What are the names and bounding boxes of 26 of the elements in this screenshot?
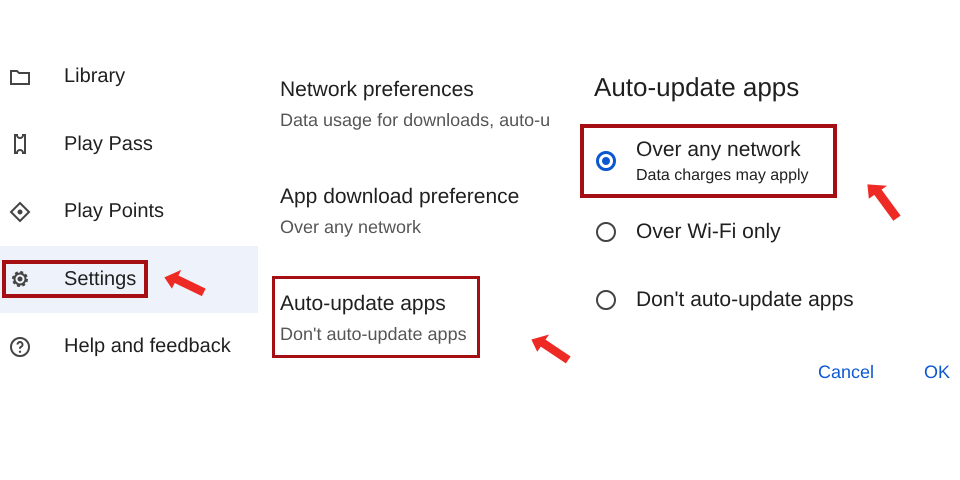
radio-button[interactable] (596, 290, 616, 310)
sidebar-label: Play Pass (64, 132, 153, 156)
diamond-icon (8, 200, 32, 224)
help-icon (8, 334, 32, 359)
radio-button[interactable] (596, 222, 616, 242)
sidebar-label: Settings (64, 268, 136, 291)
sidebar-item[interactable]: Help and feedback (0, 313, 258, 380)
dialog-button[interactable]: Cancel (818, 362, 874, 383)
sidebar-item[interactable]: Settings (0, 246, 258, 313)
sidebar-label: Play Points (64, 200, 164, 224)
sidebar-item[interactable]: Play Points (0, 178, 258, 246)
option-subtitle: Data charges may apply (636, 166, 809, 184)
dialog-title: Auto-update apps (594, 71, 800, 104)
settings-item[interactable]: Auto-update apps Don't auto-update apps (272, 276, 480, 358)
settings-item[interactable]: App download preference Over any network (272, 179, 578, 248)
sidebar-label: Help and feedback (64, 335, 231, 358)
sidebar-item[interactable]: Library (0, 43, 258, 110)
radio-option[interactable]: Over Wi-Fi only (580, 198, 809, 266)
radio-button[interactable] (596, 151, 616, 171)
settings-item[interactable]: Network preferences Data usage for downloads, auto-u (272, 72, 578, 141)
sidebar-item[interactable]: Play Pass (0, 110, 258, 178)
radio-option[interactable]: Over any network Data charges may apply (580, 124, 837, 198)
sidebar-label: Library (64, 65, 126, 88)
dialog-button[interactable]: OK (924, 362, 950, 383)
arrow-icon (162, 268, 208, 298)
radio-option[interactable]: Don't auto-update apps (580, 266, 882, 334)
